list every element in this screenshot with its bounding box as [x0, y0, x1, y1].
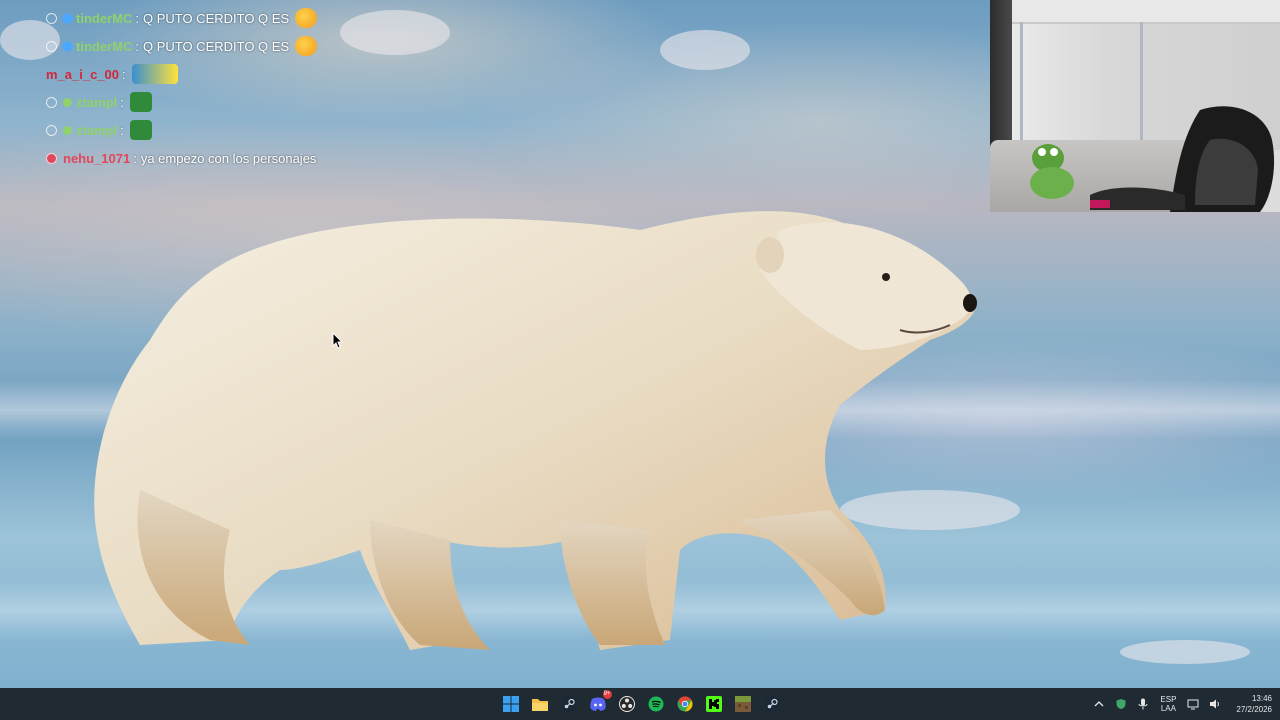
snow-chunk	[660, 30, 750, 70]
smile-badge-icon	[63, 125, 72, 135]
chat-dot-icon	[46, 124, 57, 136]
obs-button[interactable]	[615, 692, 639, 716]
chat-separator: :	[120, 122, 124, 138]
steam-secondary-button[interactable]	[760, 692, 784, 716]
discord-button[interactable]: 9+	[586, 690, 612, 716]
minecraft-button[interactable]	[731, 692, 755, 716]
steam-button[interactable]	[557, 692, 581, 716]
chrome-icon	[677, 696, 693, 712]
polar-bear-image	[94, 211, 977, 650]
volume-tray-button[interactable]	[1206, 695, 1224, 713]
steam-icon	[764, 696, 779, 712]
chat-message: nehu_1071 : ya empezo con los personajes	[46, 145, 316, 171]
chat-dot-icon	[46, 96, 57, 108]
spotify-button[interactable]	[644, 692, 668, 716]
snow-chunk	[1120, 640, 1250, 664]
monitor-network-icon	[1187, 699, 1199, 710]
obs-icon	[618, 696, 635, 712]
snow-chunk	[340, 10, 450, 55]
chat-username[interactable]: tinderMC	[76, 39, 132, 54]
gaming-chair-icon	[1090, 106, 1275, 212]
webcam-ceiling	[1000, 0, 1280, 24]
file-explorer-button[interactable]	[528, 692, 552, 716]
webcam-overlay	[990, 0, 1280, 212]
chat-username[interactable]: ztampl	[76, 123, 117, 138]
diamond-badge-icon	[61, 39, 74, 53]
system-tray: ESP LAA 13:46 27/2/2026	[1088, 688, 1272, 720]
spotify-icon	[648, 696, 663, 712]
emote-icon	[131, 64, 178, 84]
chat-separator: :	[135, 38, 139, 54]
chat-separator: :	[120, 94, 124, 110]
chat-dot-icon	[46, 152, 57, 164]
discord-notification-badge: 9+	[602, 690, 612, 699]
speaker-icon	[1210, 699, 1220, 709]
network-tray-button[interactable]	[1184, 695, 1202, 713]
kick-button[interactable]	[702, 692, 726, 716]
kick-icon	[705, 696, 722, 712]
chat-username[interactable]: ztampl	[76, 95, 117, 110]
security-tray-button[interactable]	[1112, 695, 1130, 713]
emote-icon	[129, 120, 152, 140]
emote-icon	[295, 36, 318, 56]
discord-icon	[589, 697, 606, 711]
emote-icon	[129, 92, 152, 112]
clock-date: 27/2/2026	[1236, 705, 1272, 714]
chat-separator: :	[122, 66, 126, 82]
language-code: ESP	[1160, 695, 1177, 704]
chat-text: Q PUTO CERDITO Q ES	[142, 10, 290, 26]
chat-text: ya empezo con los personajes	[140, 150, 317, 166]
chat-message: ztampl :	[46, 117, 152, 143]
chat-message: tinderMC : Q PUTO CERDITO Q ES	[46, 33, 318, 59]
chat-username[interactable]: m_a_i_c_00	[46, 67, 119, 82]
taskbar: 9+ ESP LAA 13:46 27/2/2026	[0, 688, 1280, 720]
mouse-cursor-icon	[332, 332, 344, 349]
chat-dot-icon	[46, 40, 57, 52]
chat-separator: :	[133, 150, 137, 166]
show-hidden-icons-button[interactable]	[1090, 695, 1108, 713]
chat-message: m_a_i_c_00 :	[46, 61, 178, 87]
keyboard-layout: LAA	[1160, 704, 1176, 713]
taskbar-apps: 9+	[496, 688, 786, 720]
webcam-curtain	[1020, 22, 1023, 142]
smile-badge-icon	[63, 97, 72, 107]
chrome-button[interactable]	[673, 692, 697, 716]
chat-username[interactable]: nehu_1071	[63, 151, 130, 166]
steam-icon	[561, 696, 576, 712]
taskbar-clock[interactable]: 13:46 27/2/2026	[1236, 693, 1272, 715]
microphone-icon	[1138, 698, 1148, 710]
chat-message: ztampl :	[46, 89, 152, 115]
windows-icon	[502, 696, 519, 712]
chat-username[interactable]: tinderMC	[76, 11, 132, 26]
diamond-badge-icon	[61, 11, 74, 25]
folder-icon	[531, 699, 548, 711]
clock-time: 13:46	[1251, 694, 1272, 703]
start-button[interactable]	[499, 692, 523, 716]
minecraft-icon	[734, 696, 751, 712]
emote-icon	[295, 8, 318, 28]
chevron-up-icon	[1094, 701, 1104, 707]
microphone-tray-button[interactable]	[1134, 695, 1152, 713]
language-indicator[interactable]: ESP LAA	[1160, 695, 1176, 713]
frog-plush-icon	[1030, 144, 1074, 199]
chat-message: tinderMC : Q PUTO CERDITO Q ES	[46, 5, 318, 31]
chat-separator: :	[135, 10, 139, 26]
chat-text: Q PUTO CERDITO Q ES	[142, 38, 290, 54]
shield-icon	[1116, 699, 1126, 709]
chat-dot-icon	[46, 12, 57, 24]
